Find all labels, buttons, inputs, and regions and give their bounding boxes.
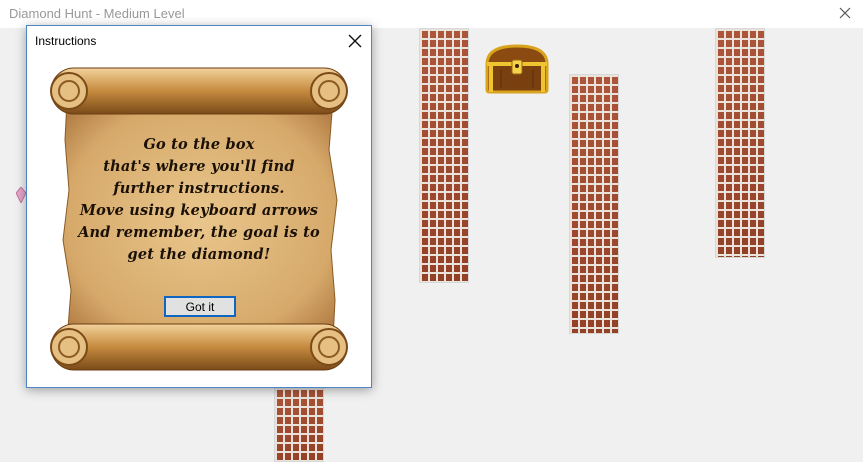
dialog-title: Instructions <box>35 34 97 48</box>
dialog-close-icon[interactable] <box>345 31 365 51</box>
instruction-line: And remember, the goal is to <box>78 224 320 241</box>
brick-wall <box>715 28 765 258</box>
instruction-line: that's where you'll find <box>103 158 295 175</box>
brick-wall <box>274 387 324 462</box>
instructions-text: Go to the box that's where you'll find f… <box>61 134 337 266</box>
window-close-icon[interactable] <box>835 3 855 23</box>
window-title: Diamond Hunt - Medium Level <box>9 6 185 21</box>
got-it-button[interactable]: Got it <box>164 296 236 317</box>
instruction-line: Go to the box <box>143 136 255 153</box>
title-bar: Diamond Hunt - Medium Level <box>0 0 863 28</box>
instruction-line: get the diamond! <box>127 246 271 263</box>
treasure-chest-icon <box>485 44 549 94</box>
instruction-line: further instructions. <box>113 180 285 197</box>
instructions-dialog: Instructions Go to the box that's where … <box>26 25 372 388</box>
crystal-icon <box>16 187 26 203</box>
brick-wall <box>569 74 619 334</box>
instruction-line: Move using keyboard arrows <box>79 202 319 219</box>
brick-wall <box>419 28 469 283</box>
